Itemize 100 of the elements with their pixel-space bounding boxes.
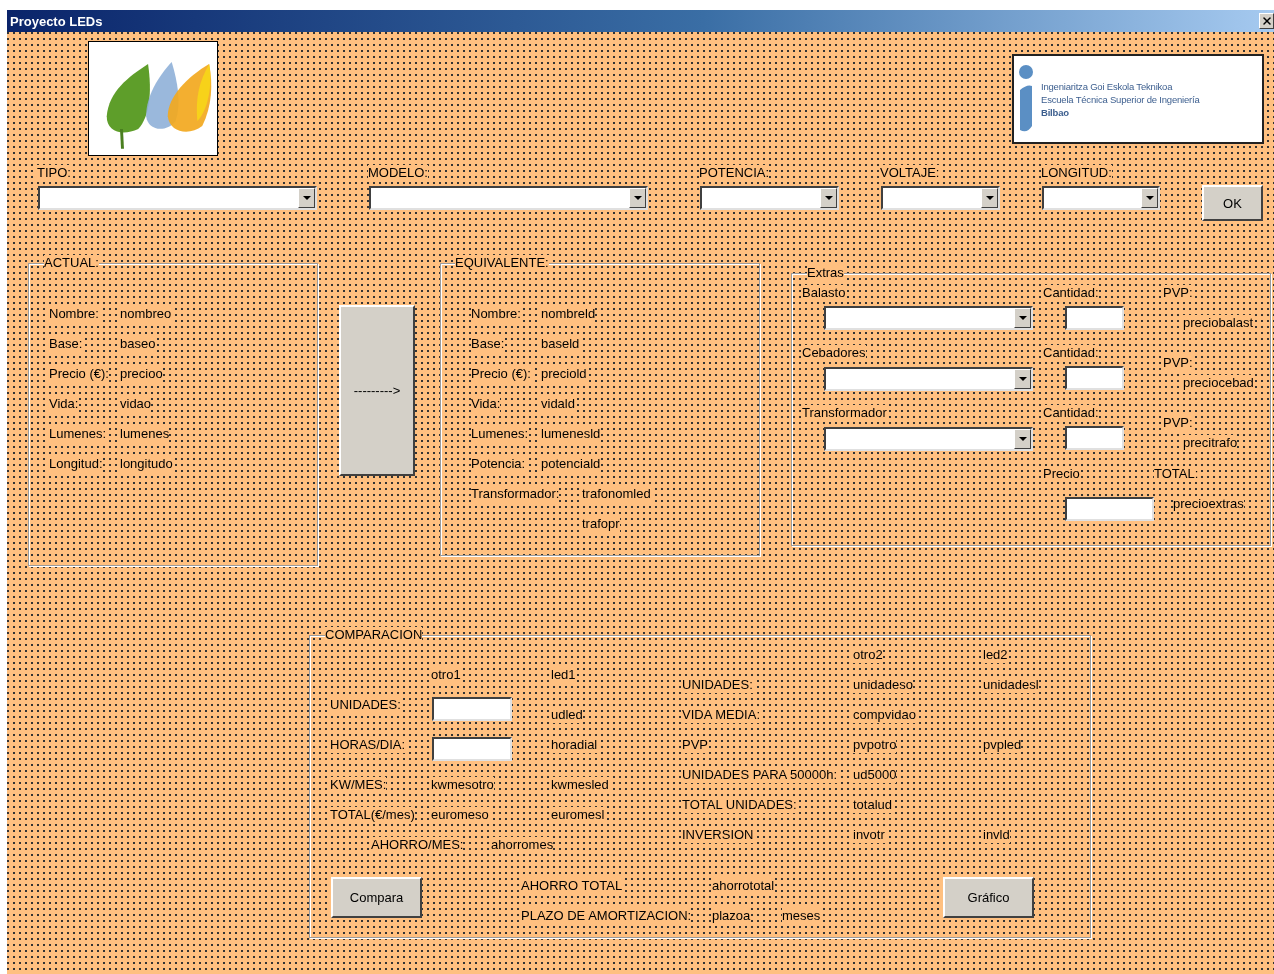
quantity-field[interactable] [1065, 426, 1124, 450]
field-label: Transformador: [471, 486, 560, 502]
field-label: TOTAL UNIDADES: [682, 797, 797, 813]
field-label: Balasto [802, 285, 846, 301]
field-label: Cebadores [802, 345, 866, 361]
field-label: PLAZO DE AMORTIZACION: [521, 908, 692, 924]
field-label: VIDA MEDIA: [682, 707, 761, 723]
dropdown-field[interactable] [38, 186, 317, 210]
field-label: Cantidad: [1043, 405, 1099, 421]
quantity-field[interactable] [1065, 366, 1124, 390]
field-value: udled [551, 707, 583, 723]
price-field[interactable] [1065, 497, 1154, 521]
field-label: TIPO: [37, 165, 71, 181]
frame-title: ACTUAL: [44, 255, 99, 271]
field-label: Nombre: [49, 306, 99, 322]
field-label: Cantidad: [1043, 345, 1099, 361]
dropdown-field[interactable] [824, 306, 1033, 330]
field-value: ahorrototal [712, 878, 775, 894]
field-value: compvidao [853, 707, 916, 723]
field-label: UNIDADES: [682, 677, 753, 693]
dropdown-field[interactable] [700, 186, 839, 210]
field-value: invotr [853, 827, 885, 843]
field-value: baseo [120, 336, 156, 352]
caret-icon [985, 196, 994, 200]
field-value: vidald [541, 396, 575, 412]
column-header: led1 [551, 667, 576, 683]
transfer-button[interactable]: ---------> [339, 305, 415, 476]
caret-icon [633, 196, 642, 200]
input-field[interactable] [432, 697, 512, 721]
field-label: UNIDADES PARA 50000h: [682, 767, 838, 783]
field-value: pvpled [983, 737, 1022, 753]
field-value: preciold [541, 366, 587, 382]
field-value: precitrafo [1183, 435, 1238, 451]
chart-button[interactable]: Gráfico [943, 877, 1034, 918]
field-value: nombreo [120, 306, 172, 322]
field-value: invld [983, 827, 1010, 843]
close-button[interactable] [1259, 13, 1274, 29]
ok-button[interactable]: OK [1202, 185, 1263, 221]
letter-i-icon [1017, 64, 1035, 134]
caret-icon [302, 196, 311, 200]
compare-button[interactable]: Compara [331, 877, 422, 918]
field-label: Nombre: [471, 306, 521, 322]
field-value: plazoa [712, 908, 751, 924]
field-label: Longitud: [49, 456, 103, 472]
caret-icon [1018, 316, 1027, 320]
dropdown-field[interactable] [1042, 186, 1160, 210]
quantity-field[interactable] [1065, 306, 1124, 330]
field-value: precioo [120, 366, 163, 382]
caret-icon [824, 196, 833, 200]
field-label: PVP: [1163, 285, 1193, 301]
field-label: PVP: [1163, 415, 1193, 431]
field-label: Base: [49, 336, 83, 352]
column-header: otro1 [431, 667, 461, 683]
field-label: UNIDADES: [330, 697, 401, 713]
caret-icon [1145, 196, 1154, 200]
field-label: meses [782, 908, 821, 924]
field-label: TOTAL(€/mes) [330, 807, 415, 823]
field-label: Vida: [471, 396, 501, 412]
field-label: Cantidad: [1043, 285, 1099, 301]
column-header: led2 [983, 647, 1008, 663]
field-label: Lumenes: [471, 426, 529, 442]
caret-icon [1018, 376, 1027, 381]
field-value: nombreld [541, 306, 596, 322]
input-field[interactable] [432, 737, 512, 761]
field-value: trafopr [582, 516, 620, 532]
field-label: PVP [682, 737, 708, 753]
caret-icon [1018, 437, 1027, 441]
dropdown-field[interactable] [824, 366, 1033, 391]
window-title: Proyecto LEDs [9, 13, 103, 29]
frame-title: Extras [807, 265, 844, 281]
field-value: precioextras [1173, 496, 1244, 512]
dropdown-field[interactable] [824, 427, 1033, 451]
field-value: potenciald [541, 456, 601, 472]
dropdown-field[interactable] [881, 186, 1000, 210]
field-label: Precio (€): [49, 366, 109, 382]
field-label: PVP: [1163, 355, 1193, 371]
field-value: longitudo [120, 456, 173, 472]
field-value: baseld [541, 336, 580, 352]
field-value: preciobalast [1183, 315, 1254, 331]
field-label: KW/MES: [330, 777, 387, 793]
frame-title: COMPARACION [325, 627, 423, 643]
field-value: vidao [120, 396, 152, 412]
field-label: LONGITUD: [1041, 165, 1112, 181]
field-value: horadial [551, 737, 598, 753]
dropdown-field[interactable] [369, 186, 648, 210]
field-label: POTENCIA: [699, 165, 770, 181]
field-label: Potencia: [471, 456, 526, 472]
field-value: lumenesld [541, 426, 601, 442]
close-icon [1260, 15, 1273, 27]
column-header: otro2 [853, 647, 883, 663]
field-value: lumenes [120, 426, 170, 442]
logo-text: Escuela Técnica Superior de Ingeniería [1041, 92, 1200, 106]
field-label: Base: [471, 336, 505, 352]
field-value: kwmesotro [431, 777, 494, 793]
field-value: euromesl [551, 807, 605, 823]
logo-text: Bilbao [1041, 105, 1070, 119]
field-value: totalud [853, 797, 893, 813]
field-value: pvpotro [853, 737, 897, 753]
field-value: unidadeso [853, 677, 913, 693]
field-value: unidadesl [983, 677, 1039, 693]
